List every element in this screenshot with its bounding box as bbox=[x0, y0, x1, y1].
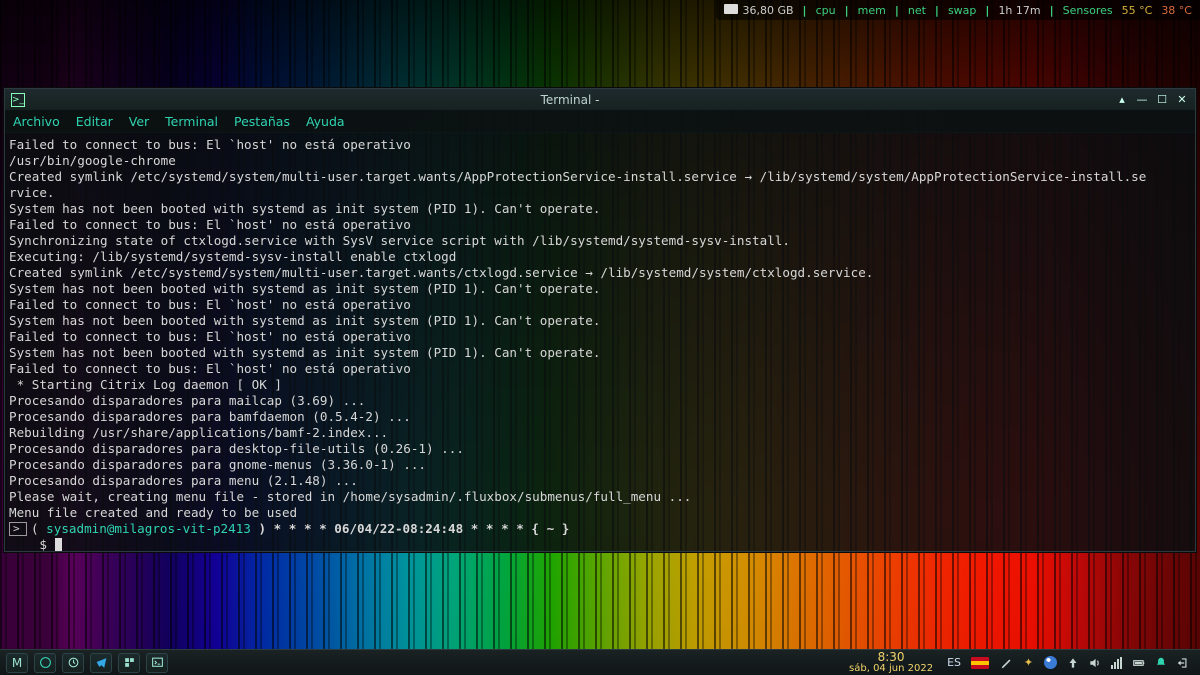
terminal-line: Executing: /lib/systemd/systemd-sysv-ins… bbox=[9, 249, 456, 264]
terminal-line: Failed to connect to bus: El `host' no e… bbox=[9, 217, 411, 232]
menu-pestanas[interactable]: Pestañas bbox=[234, 114, 290, 129]
separator: | bbox=[935, 4, 939, 17]
shade-button[interactable]: ▴ bbox=[1115, 93, 1129, 107]
terminal-line: System has not been booted with systemd … bbox=[9, 345, 600, 360]
taskbar-app-terminal[interactable] bbox=[146, 653, 168, 673]
separator: | bbox=[985, 4, 989, 17]
terminal-line: Failed to connect to bus: El `host' no e… bbox=[9, 137, 411, 152]
terminal-app-icon: >_ bbox=[11, 93, 25, 107]
window-title: Terminal - bbox=[31, 93, 1109, 107]
maximize-button[interactable]: ☐ bbox=[1155, 93, 1169, 107]
equalizer-icon[interactable] bbox=[1109, 655, 1124, 670]
up-arrow-icon[interactable] bbox=[1065, 655, 1080, 670]
prompt-icon bbox=[9, 522, 27, 536]
terminal-line: Procesando disparadores para mailcap (3.… bbox=[9, 393, 365, 408]
top-panel: 36,80 GB | cpu | mem | net | swap | 1h 1… bbox=[716, 0, 1200, 20]
terminal-line: Procesando disparadores para desktop-fil… bbox=[9, 441, 464, 456]
sensors-label[interactable]: Sensores bbox=[1063, 4, 1113, 17]
taskbar-app-vortex[interactable] bbox=[34, 653, 56, 673]
battery-icon[interactable] bbox=[1131, 655, 1146, 670]
prompt-rest: ) * * * * 06/04/22-08:24:48 * * * * { ~ … bbox=[251, 521, 569, 536]
separator: | bbox=[1050, 4, 1054, 17]
menu-ver[interactable]: Ver bbox=[129, 114, 149, 129]
clock-time: 8:30 bbox=[849, 652, 933, 663]
menu-ayuda[interactable]: Ayuda bbox=[306, 114, 345, 129]
pen-icon[interactable] bbox=[999, 655, 1014, 670]
terminal-line: Procesando disparadores para gnome-menus… bbox=[9, 457, 426, 472]
temperature-a: 55 °C bbox=[1122, 4, 1153, 17]
prompt-dollar: $ bbox=[9, 537, 55, 551]
disk-indicator[interactable]: 36,80 GB bbox=[724, 4, 793, 17]
taskbar: M 8:30 sáb, 04 jun 2022 ES ✦ bbox=[0, 649, 1200, 675]
minimize-button[interactable]: — bbox=[1135, 93, 1149, 107]
terminal-line: System has not been booted with systemd … bbox=[9, 201, 600, 216]
terminal-line: Failed to connect to bus: El `host' no e… bbox=[9, 361, 411, 376]
terminal-line: Procesando disparadores para menu (2.1.4… bbox=[9, 473, 358, 488]
terminal-line: Failed to connect to bus: El `host' no e… bbox=[9, 297, 411, 312]
swap-indicator[interactable]: swap bbox=[948, 4, 976, 17]
taskbar-app-telegram[interactable] bbox=[90, 653, 112, 673]
uptime-indicator: 1h 17m bbox=[998, 4, 1040, 17]
terminal-line: System has not been booted with systemd … bbox=[9, 281, 600, 296]
prompt-user: sysadmin@milagros-vit-p2413 bbox=[46, 521, 251, 536]
terminal-line: * Starting Citrix Log daemon [ OK ] bbox=[9, 377, 282, 392]
terminal-line: rvice. bbox=[9, 185, 55, 200]
sparkle-icon[interactable]: ✦ bbox=[1021, 655, 1036, 670]
terminal-window[interactable]: >_ Terminal - ▴ — ☐ ✕ Archivo Editar Ver… bbox=[4, 88, 1196, 552]
close-button[interactable]: ✕ bbox=[1175, 93, 1189, 107]
terminal-line: Menu file created and ready to be used bbox=[9, 505, 297, 520]
menu-terminal[interactable]: Terminal bbox=[165, 114, 218, 129]
terminal-line: Created symlink /etc/systemd/system/mult… bbox=[9, 169, 1146, 184]
separator: | bbox=[895, 4, 899, 17]
system-tray: ✦ bbox=[995, 655, 1194, 670]
terminal-line: Failed to connect to bus: El `host' no e… bbox=[9, 329, 411, 344]
terminal-line: Synchronizing state of ctxlogd.service w… bbox=[9, 233, 790, 248]
taskbar-clock[interactable]: 8:30 sáb, 04 jun 2022 bbox=[845, 652, 937, 674]
titlebar[interactable]: >_ Terminal - ▴ — ☐ ✕ bbox=[5, 89, 1195, 111]
cursor bbox=[55, 538, 62, 551]
separator: | bbox=[845, 4, 849, 17]
terminal-body[interactable]: Failed to connect to bus: El `host' no e… bbox=[5, 133, 1195, 551]
clock-date: sáb, 04 jun 2022 bbox=[849, 663, 933, 674]
globe-icon[interactable] bbox=[1043, 655, 1058, 670]
taskbar-app-files[interactable] bbox=[118, 653, 140, 673]
terminal-line: Rebuilding /usr/share/applications/bamf-… bbox=[9, 425, 388, 440]
net-indicator[interactable]: net bbox=[908, 4, 926, 17]
terminal-line: Please wait, creating menu file - stored… bbox=[9, 489, 691, 504]
temperature-b: 38 °C bbox=[1161, 4, 1192, 17]
keyboard-layout[interactable]: ES bbox=[943, 656, 965, 669]
menubar: Archivo Editar Ver Terminal Pestañas Ayu… bbox=[5, 111, 1195, 133]
cpu-indicator[interactable]: cpu bbox=[816, 4, 836, 17]
menu-archivo[interactable]: Archivo bbox=[13, 114, 60, 129]
volume-icon[interactable] bbox=[1087, 655, 1102, 670]
terminal-line: Created symlink /etc/systemd/system/mult… bbox=[9, 265, 873, 280]
terminal-line: Procesando disparadores para bamfdaemon … bbox=[9, 409, 411, 424]
mem-indicator[interactable]: mem bbox=[858, 4, 886, 17]
taskbar-menu-button[interactable]: M bbox=[6, 653, 28, 673]
flag-spain-icon[interactable] bbox=[971, 657, 989, 669]
terminal-line: /usr/bin/google-chrome bbox=[9, 153, 176, 168]
terminal-line: System has not been booted with systemd … bbox=[9, 313, 600, 328]
taskbar-app-clock[interactable] bbox=[62, 653, 84, 673]
separator: | bbox=[803, 4, 807, 17]
disk-size: 36,80 GB bbox=[742, 4, 793, 17]
menu-editar[interactable]: Editar bbox=[76, 114, 113, 129]
logout-icon[interactable] bbox=[1175, 655, 1190, 670]
bell-icon[interactable] bbox=[1153, 655, 1168, 670]
disk-icon bbox=[724, 4, 738, 14]
